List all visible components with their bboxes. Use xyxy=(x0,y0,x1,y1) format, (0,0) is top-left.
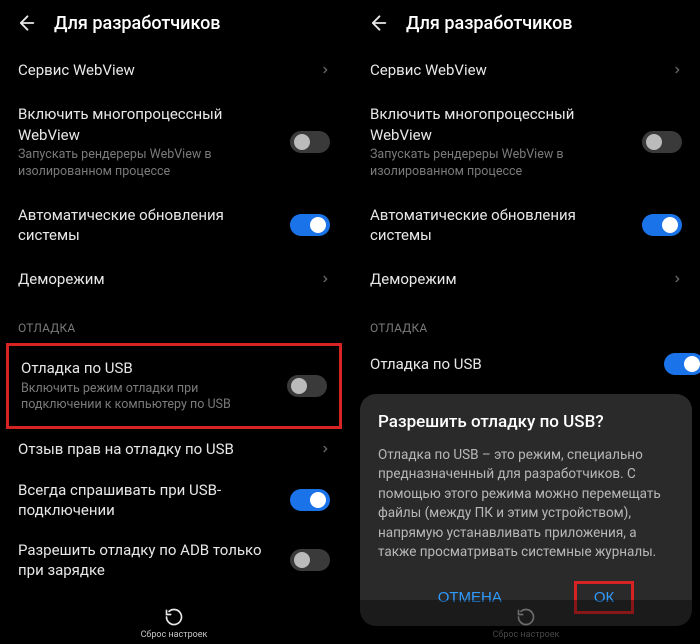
row-label: Отзыв прав на отладку по USB xyxy=(18,439,308,459)
row-always-ask-usb[interactable]: Всегда спрашивать при USB-подключении xyxy=(0,470,348,531)
row-label: Автоматические обновления системы xyxy=(18,205,278,246)
chevron-right-icon xyxy=(320,444,330,454)
reset-label: Сброс настроек xyxy=(141,630,208,640)
row-demo-mode[interactable]: Деморежим xyxy=(0,257,348,301)
screenshot-left: Для разработчиков Сервис WebView Включит… xyxy=(0,0,348,644)
screenshot-right: Для разработчиков Сервис WebView Включит… xyxy=(352,0,700,644)
page-title: Для разработчиков xyxy=(406,13,573,34)
row-label: Сервис WebView xyxy=(18,60,308,80)
row-multiprocess-webview[interactable]: Включить многопроцессный WebView Запуска… xyxy=(352,92,700,192)
toggle-always-ask[interactable] xyxy=(290,489,330,511)
row-usb-debugging[interactable]: Отладка по USB xyxy=(352,343,700,385)
toggle-usb-debugging[interactable] xyxy=(664,353,700,375)
app-header: Для разработчиков xyxy=(0,0,348,48)
chevron-right-icon xyxy=(320,65,330,75)
row-label: Разрешить отладку по ADB только при заря… xyxy=(18,540,278,581)
row-label: Отладка по USB xyxy=(21,358,275,378)
row-label: Деморежим xyxy=(370,269,660,289)
row-adb-charging[interactable]: Разрешить отладку по ADB только при заря… xyxy=(0,530,348,591)
row-revoke-usb[interactable]: Отзыв прав на отладку по USB xyxy=(0,429,348,469)
row-auto-updates[interactable]: Автоматические обновления системы xyxy=(352,193,700,258)
bottom-bar: Сброс настроек xyxy=(352,600,700,644)
row-label: Автоматические обновления системы xyxy=(370,205,630,246)
row-demo-mode[interactable]: Деморежим xyxy=(352,257,700,301)
reset-icon[interactable] xyxy=(163,606,185,628)
back-arrow-icon[interactable] xyxy=(366,12,388,34)
toggle-adb-charging[interactable] xyxy=(290,549,330,571)
row-webview-service[interactable]: Сервис WebView xyxy=(0,48,348,92)
chevron-right-icon xyxy=(320,274,330,284)
section-debugging: ОТЛАДКА xyxy=(0,301,348,343)
dialog-body: Отладка по USB – это режим, специально п… xyxy=(378,446,674,563)
usb-debug-permission-dialog: Разрешить отладку по USB? Отладка по USB… xyxy=(360,394,692,626)
toggle-multiprocess[interactable] xyxy=(290,131,330,153)
dialog-title: Разрешить отладку по USB? xyxy=(378,412,674,432)
page-title: Для разработчиков xyxy=(54,13,221,34)
row-label: Отладка по USB xyxy=(370,354,652,374)
row-subtitle: Запускать рендереры WebView в изолирован… xyxy=(370,147,630,181)
chevron-right-icon xyxy=(672,274,682,284)
row-auto-updates[interactable]: Автоматические обновления системы xyxy=(0,193,348,258)
chevron-right-icon xyxy=(672,65,682,75)
back-arrow-icon[interactable] xyxy=(14,12,36,34)
toggle-auto-updates[interactable] xyxy=(290,214,330,236)
row-webview-service[interactable]: Сервис WebView xyxy=(352,48,700,92)
row-usb-debugging[interactable]: Отладка по USB Включить режим отладки пр… xyxy=(21,354,327,418)
toggle-usb-debugging[interactable] xyxy=(287,375,327,397)
settings-list: Сервис WebView Включить многопроцессный … xyxy=(0,48,348,621)
row-label: Включить многопроцессный WebView xyxy=(18,104,278,145)
bottom-bar: Сброс настроек xyxy=(0,600,348,644)
toggle-auto-updates[interactable] xyxy=(642,214,682,236)
section-debugging: ОТЛАДКА xyxy=(352,301,700,343)
row-label: Сервис WebView xyxy=(370,60,660,80)
toggle-multiprocess[interactable] xyxy=(642,131,682,153)
app-header: Для разработчиков xyxy=(352,0,700,48)
row-label: Всегда спрашивать при USB-подключении xyxy=(18,480,278,521)
row-label: Включить многопроцессный WebView xyxy=(370,104,630,145)
settings-list: Сервис WebView Включить многопроцессный … xyxy=(352,48,700,385)
row-multiprocess-webview[interactable]: Включить многопроцессный WebView Запуска… xyxy=(0,92,348,192)
row-subtitle: Включить режим отладки при подключении к… xyxy=(21,381,275,415)
highlight-usb-debugging: Отладка по USB Включить режим отладки пр… xyxy=(6,343,342,429)
row-label: Деморежим xyxy=(18,269,308,289)
row-subtitle: Запускать рендереры WebView в изолирован… xyxy=(18,147,278,181)
reset-icon[interactable] xyxy=(515,606,537,628)
reset-label: Сброс настроек xyxy=(493,630,560,640)
